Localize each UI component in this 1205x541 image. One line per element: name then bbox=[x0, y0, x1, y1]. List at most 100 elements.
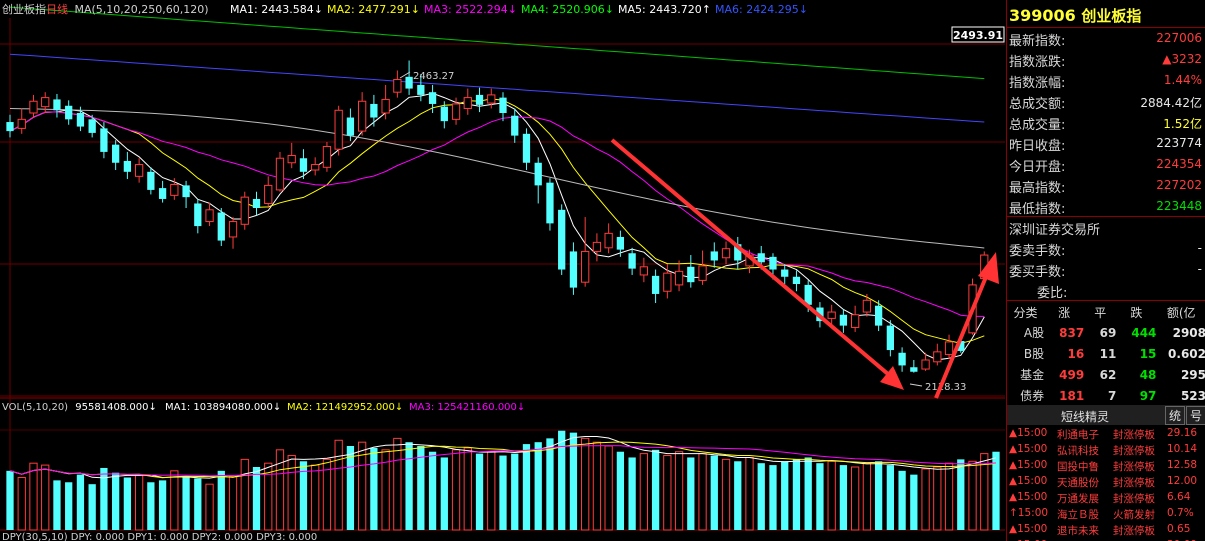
candle-body bbox=[440, 106, 448, 122]
candle-body bbox=[65, 105, 73, 120]
volume-bar bbox=[405, 442, 413, 530]
volume-bar bbox=[827, 460, 836, 531]
table-header-cell: 跌 bbox=[1130, 305, 1143, 320]
volume-bar bbox=[687, 457, 695, 530]
table-cell: 97 bbox=[1139, 388, 1157, 403]
candle-body bbox=[781, 269, 789, 277]
volume-bar bbox=[921, 468, 930, 531]
candle-body bbox=[381, 98, 390, 114]
order-label: 委买手数: bbox=[1009, 265, 1066, 280]
elf-event: 封涨停板 bbox=[1113, 477, 1155, 489]
candle-body bbox=[393, 79, 402, 93]
table-cell: B股 bbox=[1023, 347, 1045, 361]
volume-bar bbox=[663, 455, 672, 531]
candle-body bbox=[6, 122, 14, 132]
volume-bar bbox=[511, 453, 519, 530]
volume-bar bbox=[616, 451, 625, 530]
volume-bar bbox=[839, 465, 848, 530]
volume-ma-legend-item: MA2: 121492952.000↓ bbox=[287, 402, 403, 413]
low-marker: 2118.33 bbox=[925, 382, 966, 393]
elf-tab-code[interactable]: 号 bbox=[1186, 406, 1205, 425]
candle-body bbox=[334, 109, 343, 150]
kline-chart[interactable]: 创业板指日线 MA(5,10,20,250,60,120) MA1: 2443.… bbox=[0, 0, 1005, 541]
index-header: 399006 创业板指 bbox=[1009, 5, 1141, 26]
quote-label: 指数涨幅: bbox=[1009, 76, 1066, 91]
table-cell: 837 bbox=[1059, 325, 1085, 340]
volume-bar bbox=[53, 480, 61, 530]
elf-value: 6.64 bbox=[1167, 491, 1191, 503]
volume-bar bbox=[569, 432, 578, 530]
elf-item[interactable]: ▲15:00 天通股份 封涨停板 12.00 bbox=[1007, 474, 1205, 490]
volume-bar bbox=[123, 477, 132, 530]
quote-row: 指数涨幅: 1.44% bbox=[1007, 70, 1205, 91]
candle-body bbox=[616, 236, 625, 250]
elf-item[interactable]: ▲15:00 国投中鲁 封涨停板 12.58 bbox=[1007, 458, 1205, 474]
table-row: 债券 181 7 97 523 bbox=[1007, 385, 1205, 406]
table-cell: 0.602 bbox=[1168, 346, 1205, 361]
volume-bar bbox=[874, 461, 883, 530]
quote-label: 指数涨跌: bbox=[1009, 55, 1066, 70]
elf-item[interactable]: ▲15:00 利通电子 封涨停板 29.16 bbox=[1007, 426, 1205, 442]
candle-body bbox=[264, 184, 273, 204]
candle-body bbox=[29, 100, 38, 114]
elf-stock-name: 海立Ｂ股 bbox=[1057, 509, 1099, 521]
candle-body bbox=[252, 198, 261, 208]
volume-bar bbox=[182, 476, 190, 530]
volume-ma-legend-item: MA1: 103894080.000↓ bbox=[165, 402, 281, 413]
elf-item[interactable]: ▲15:00 弘讯科技 封涨停板 10.14 bbox=[1007, 442, 1205, 458]
candle-body bbox=[147, 171, 155, 190]
candle-body bbox=[428, 92, 437, 104]
candle-body bbox=[710, 251, 718, 261]
ma-legend-item: MA4: 2520.906↓ bbox=[521, 3, 614, 16]
volume-bar bbox=[370, 447, 378, 530]
elf-item[interactable]: ▲15:00 退市未来 封涨停板 0.65 bbox=[1007, 522, 1205, 538]
quote-row: 指数涨跌: ▲3232 bbox=[1007, 49, 1205, 70]
elf-value: 0.7% bbox=[1167, 507, 1194, 519]
volume-bar bbox=[112, 472, 120, 530]
volume-bar bbox=[781, 461, 789, 530]
volume-bar bbox=[816, 463, 824, 530]
volume-bar bbox=[862, 462, 872, 531]
elf-time: ▲15:00 bbox=[1009, 459, 1048, 471]
elf-time: ▲15:00 bbox=[1009, 443, 1048, 455]
volume-bar bbox=[628, 457, 636, 530]
high-marker: 2463.27 bbox=[413, 71, 454, 82]
candle-body bbox=[933, 351, 942, 363]
table-cell: 11 bbox=[1099, 346, 1117, 361]
short-line-elf-header[interactable]: 短线精灵 统 号 bbox=[1007, 405, 1205, 425]
candle-body bbox=[874, 305, 883, 326]
candle bbox=[334, 105, 343, 156]
volume-bar bbox=[428, 451, 437, 530]
elf-item[interactable]: ↑15:00 海立Ｂ股 火箭发射 0.7% bbox=[1007, 506, 1205, 522]
market-breadth-table: 分类 涨 平 跌 额(亿 A股 837 69 444 2908 B股 16 11 15 0.602 基金 49… bbox=[1007, 302, 1205, 406]
elf-tab-stats[interactable]: 统 bbox=[1165, 406, 1185, 425]
table-row: B股 16 11 15 0.602 bbox=[1007, 343, 1205, 364]
elf-event: 封涨停板 bbox=[1113, 429, 1155, 441]
volume-bar bbox=[674, 451, 684, 531]
order-row: 委比: bbox=[1007, 280, 1205, 301]
volume-bar bbox=[769, 465, 777, 530]
exchange-row: 深圳证券交易所 bbox=[1007, 217, 1205, 238]
table-cell: 债券 bbox=[1020, 389, 1045, 403]
elf-item[interactable]: ▲15:00 万通发展 封涨停板 6.64 bbox=[1007, 490, 1205, 506]
volume-bar bbox=[29, 462, 38, 531]
table-cell: 16 bbox=[1067, 346, 1085, 361]
order-value: - bbox=[1197, 241, 1202, 255]
ma-legend-item: MA3: 2522.294↓ bbox=[424, 3, 517, 16]
index-code: 399006 bbox=[1009, 6, 1076, 25]
quote-label: 总成交量: bbox=[1009, 118, 1066, 133]
elf-time: ↑15:00 bbox=[1009, 507, 1049, 519]
table-cell: 295 bbox=[1180, 367, 1205, 382]
volume-bar bbox=[311, 464, 320, 531]
order-label: 委比: bbox=[1037, 286, 1068, 301]
ma-legend-item: MA1: 2443.584↓ bbox=[230, 3, 323, 16]
volume-bar bbox=[475, 453, 484, 530]
volume-bar bbox=[792, 459, 801, 530]
elf-event: 封涨停板 bbox=[1113, 525, 1155, 537]
table-cell: 69 bbox=[1099, 325, 1117, 340]
candle-body bbox=[346, 117, 355, 136]
volume-bar bbox=[217, 470, 225, 530]
table-cell: 523 bbox=[1180, 388, 1205, 403]
candle-body bbox=[275, 157, 285, 191]
candle-body bbox=[182, 185, 190, 198]
